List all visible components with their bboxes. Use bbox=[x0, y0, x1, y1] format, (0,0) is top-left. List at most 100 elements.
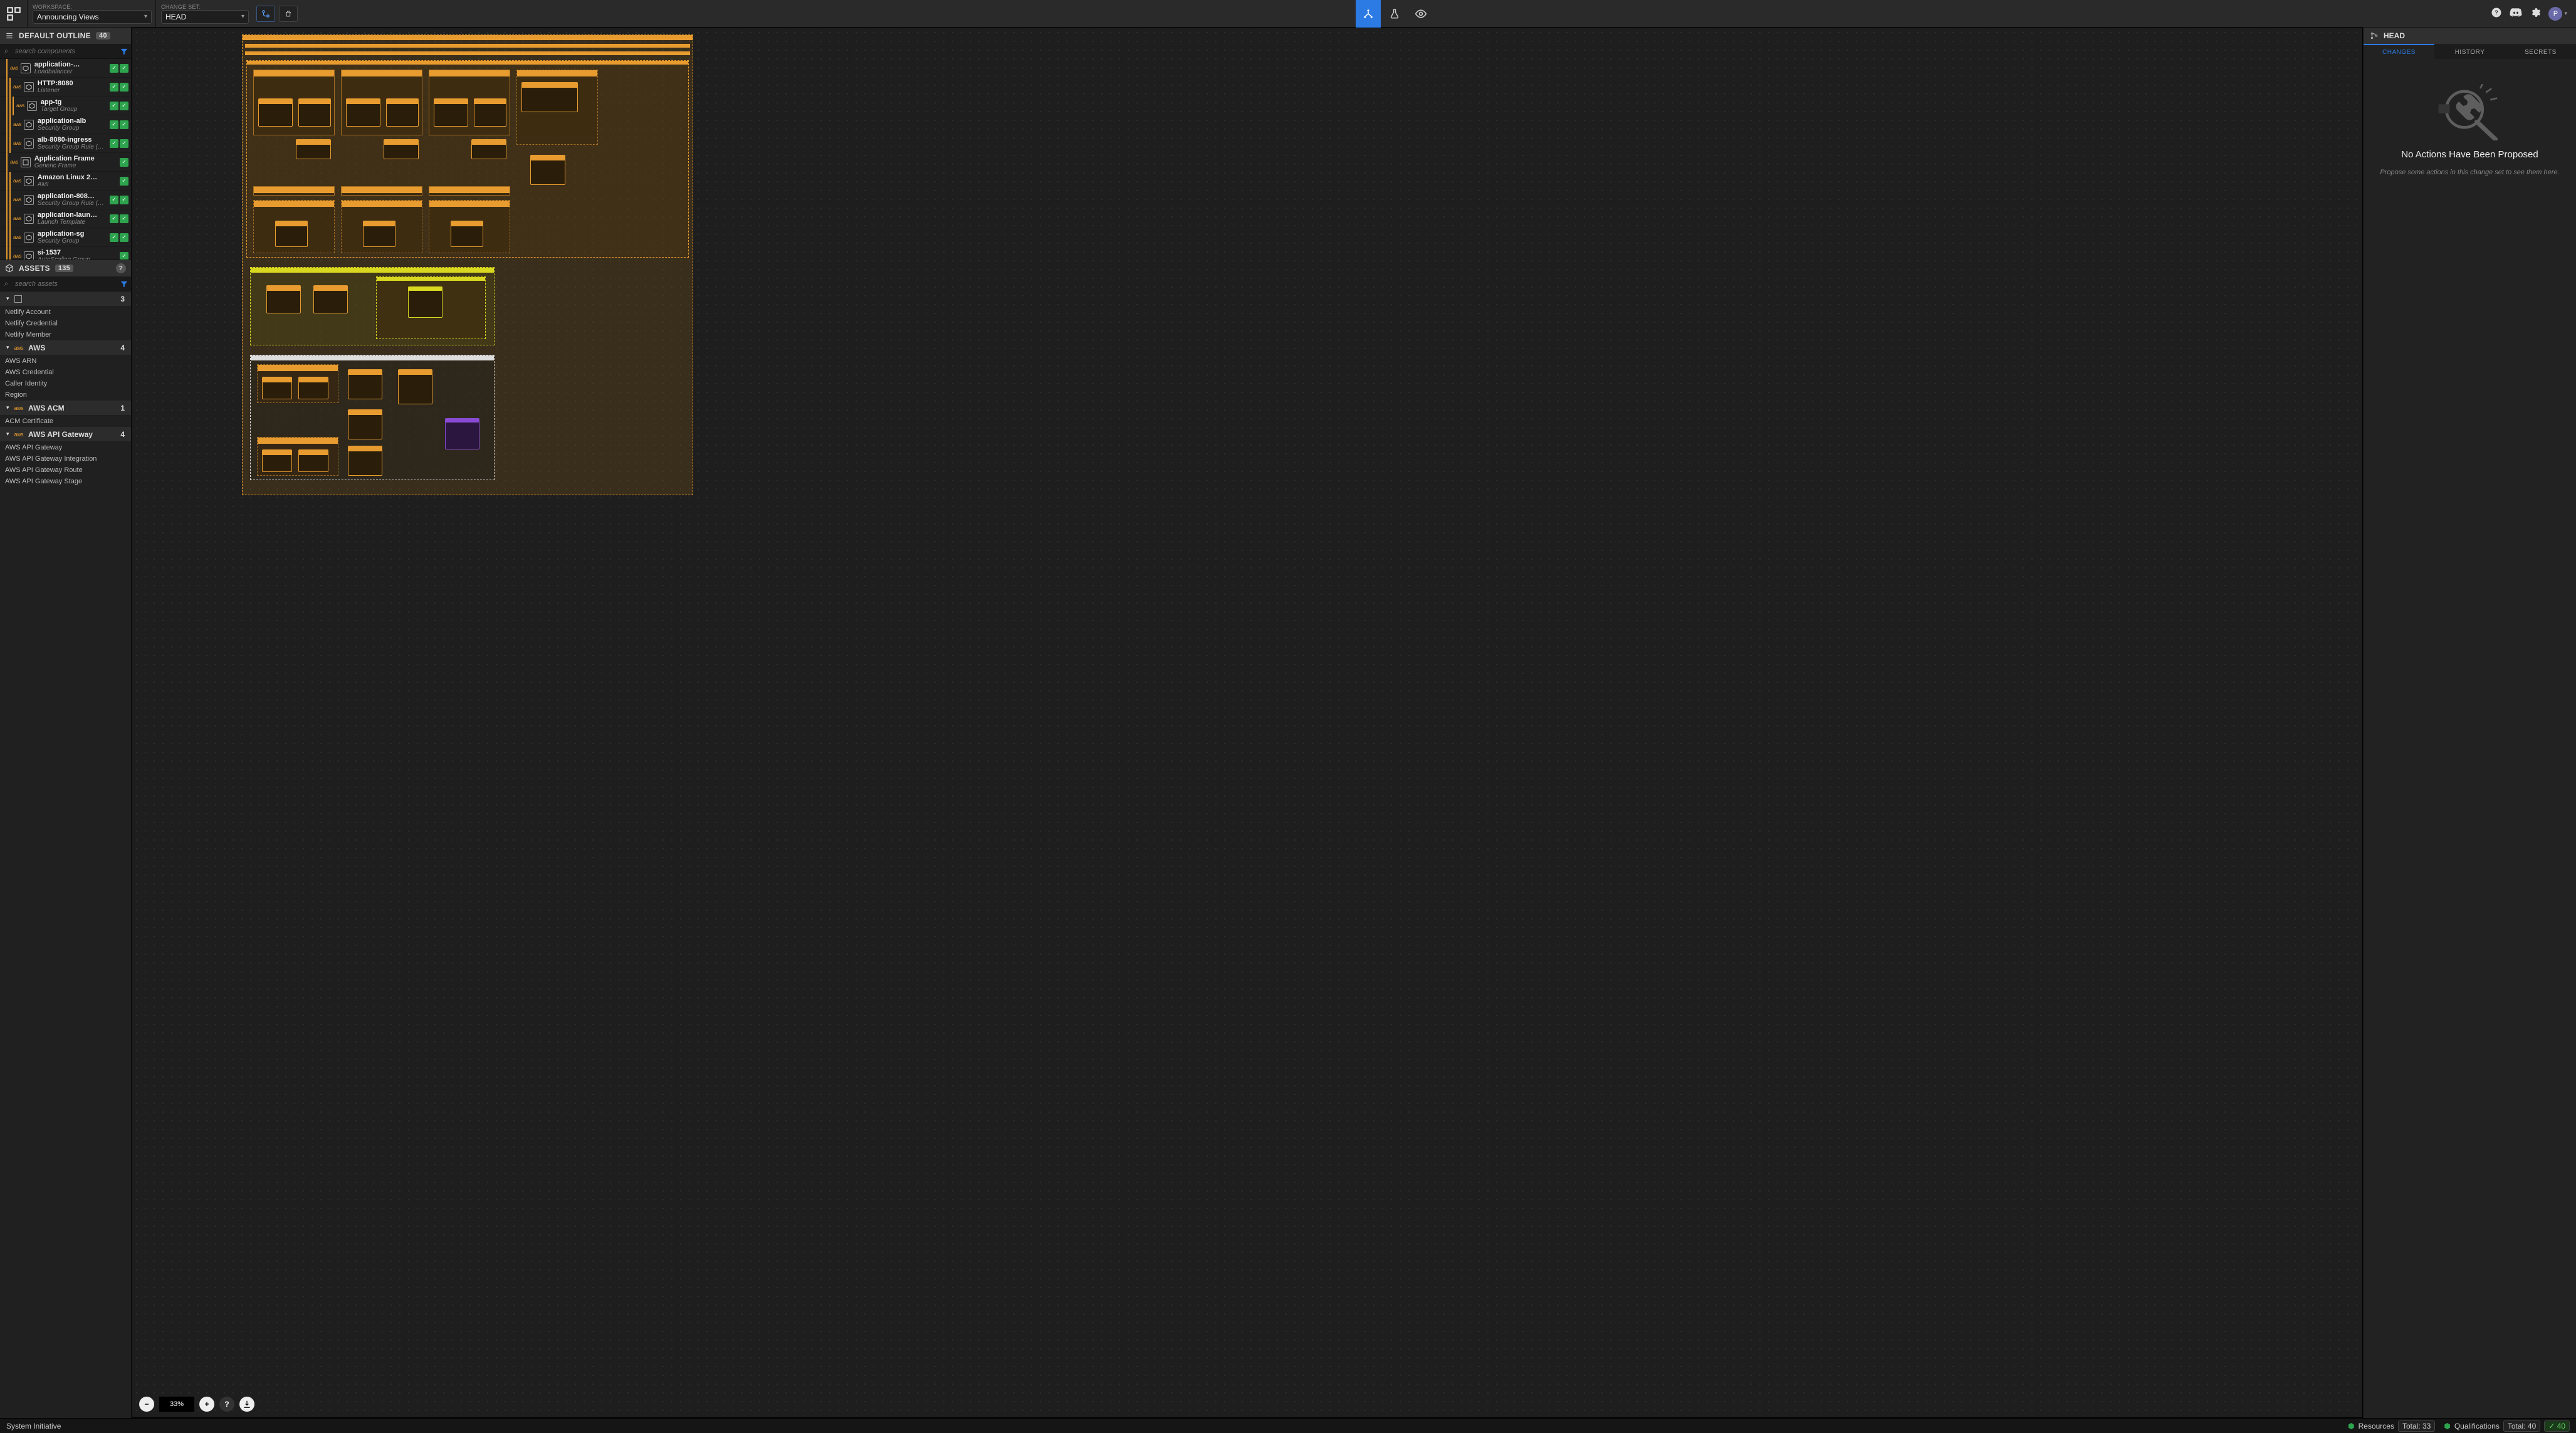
asset-item[interactable]: AWS API Gateway Stage bbox=[0, 476, 131, 487]
canvas-help-button[interactable]: ? bbox=[219, 1397, 234, 1412]
asset-item[interactable]: AWS ARN bbox=[0, 355, 131, 367]
changeset-dropdown[interactable]: HEAD ▾ bbox=[161, 10, 249, 24]
asset-group-count: 1 bbox=[120, 404, 125, 412]
outline-item-name: Application Frame bbox=[34, 155, 120, 162]
workspace-selector-wrap: WORKSPACE: Announcing Views ▾ bbox=[28, 0, 155, 27]
asset-item[interactable]: AWS API Gateway Integration bbox=[0, 453, 131, 465]
component-type-icon bbox=[24, 251, 34, 260]
workspace-dropdown[interactable]: Announcing Views ▾ bbox=[33, 10, 152, 24]
chevron-down-icon: ▾ bbox=[6, 404, 9, 411]
tab-history[interactable]: HISTORY bbox=[2434, 44, 2505, 59]
asset-item[interactable]: Netlify Member bbox=[0, 329, 131, 340]
qualifications-stat[interactable]: ⬢ Qualifications Total: 40 ✓ 40 bbox=[2444, 1420, 2570, 1432]
aws-badge: aws bbox=[13, 84, 21, 90]
empty-state-subtitle: Propose some actions in this change set … bbox=[2367, 169, 2572, 176]
tab-secrets[interactable]: SECRETS bbox=[2505, 44, 2576, 59]
asset-group-header[interactable]: ▾awsAWS ACM1 bbox=[0, 401, 131, 416]
settings-icon[interactable] bbox=[2530, 7, 2541, 20]
outline-item[interactable]: awsAmazon Linux 2…AMI✓ bbox=[0, 172, 131, 191]
outline-item[interactable]: awsalb-8080-ingressSecurity Group Rule (… bbox=[0, 134, 131, 153]
asset-item[interactable]: AWS Credential bbox=[0, 367, 131, 378]
check-icon: ✓ bbox=[120, 196, 128, 204]
asset-group-count: 4 bbox=[120, 430, 125, 439]
outline-item-type: Security Group bbox=[38, 125, 110, 132]
svg-text:?: ? bbox=[2495, 9, 2499, 16]
check-icon: ✓ bbox=[120, 139, 128, 148]
asset-group-header[interactable]: ▾awsAWS4 bbox=[0, 340, 131, 355]
check-icon: ✓ bbox=[110, 233, 118, 242]
mode-view-button[interactable] bbox=[1408, 0, 1433, 28]
delete-changeset-button[interactable] bbox=[279, 6, 298, 22]
aws-badge: aws bbox=[14, 431, 24, 438]
outline-search-input[interactable] bbox=[13, 48, 117, 55]
component-type-icon bbox=[24, 233, 34, 243]
user-menu[interactable]: P ▾ bbox=[2548, 7, 2567, 21]
qualifications-total: Total: 40 bbox=[2503, 1420, 2540, 1432]
mode-model-button[interactable] bbox=[1356, 0, 1381, 28]
resources-stat[interactable]: ⬢ Resources Total: 33 bbox=[2348, 1420, 2435, 1432]
asset-item[interactable]: ACM Certificate bbox=[0, 416, 131, 427]
zoom-out-button[interactable]: − bbox=[139, 1397, 154, 1412]
asset-item[interactable]: Netlify Credential bbox=[0, 318, 131, 329]
brand-label: System Initiative bbox=[6, 1422, 61, 1430]
outline-item-name: HTTP:8080 bbox=[38, 80, 110, 87]
check-icon: ✓ bbox=[120, 233, 128, 242]
qualifications-label: Qualifications bbox=[2454, 1422, 2500, 1430]
changeset-value: HEAD bbox=[165, 13, 186, 21]
asset-item[interactable]: AWS API Gateway bbox=[0, 442, 131, 453]
canvas-area[interactable]: − 33% + ? bbox=[132, 28, 2363, 1418]
component-type-icon bbox=[24, 195, 34, 205]
asset-item[interactable]: Region bbox=[0, 389, 131, 401]
mode-lab-button[interactable] bbox=[1382, 0, 1407, 28]
download-button[interactable] bbox=[239, 1397, 254, 1412]
changeset-selector-wrap: CHANGE SET: HEAD ▾ bbox=[156, 0, 253, 27]
outline-item-type: Target Group bbox=[41, 106, 110, 113]
outline-search-row: ⌕ bbox=[0, 44, 131, 59]
changeset-label: CHANGE SET: bbox=[161, 4, 249, 10]
assets-search-row: ⌕ bbox=[0, 276, 131, 291]
outline-item[interactable]: awsApplication FrameGeneric Frame✓ bbox=[0, 153, 131, 172]
chevron-down-icon: ▾ bbox=[6, 431, 9, 438]
workspace-label: WORKSPACE: bbox=[33, 4, 152, 10]
asset-group-header[interactable]: ▾awsAWS API Gateway4 bbox=[0, 427, 131, 442]
outline-item-name: Amazon Linux 2… bbox=[38, 174, 120, 181]
asset-item[interactable]: Netlify Account bbox=[0, 307, 131, 318]
outline-item-name: application-alb bbox=[38, 117, 110, 125]
outline-item-type: Security Group Rule (… bbox=[38, 144, 110, 150]
discord-icon[interactable] bbox=[2510, 6, 2522, 21]
outline-item[interactable]: awsapplication-808…Security Group Rule (… bbox=[0, 191, 131, 209]
filter-icon[interactable] bbox=[117, 276, 131, 291]
asset-item[interactable]: AWS API Gateway Route bbox=[0, 465, 131, 476]
outline-item[interactable]: awsapplication-albSecurity Group✓✓ bbox=[0, 115, 131, 134]
aws-badge: aws bbox=[13, 234, 21, 240]
asset-item[interactable]: Caller Identity bbox=[0, 378, 131, 389]
chevron-down-icon: ▾ bbox=[6, 295, 9, 302]
outline-item[interactable]: awsapp-tgTarget Group✓✓ bbox=[0, 97, 131, 115]
help-icon[interactable]: ? bbox=[2491, 7, 2502, 20]
check-icon: ✓ bbox=[110, 64, 118, 73]
outline-item[interactable]: awsapplication-…Loadbalancer✓✓ bbox=[0, 59, 131, 78]
filter-icon[interactable] bbox=[117, 44, 131, 59]
aws-badge: aws bbox=[10, 159, 18, 165]
search-icon: ⌕ bbox=[0, 46, 13, 56]
zoom-in-button[interactable]: + bbox=[199, 1397, 214, 1412]
asset-group-header[interactable]: ▾3 bbox=[0, 291, 131, 307]
outline-item[interactable]: awssi-1537AutoScaling Group✓ bbox=[0, 247, 131, 260]
outline-item[interactable]: awsapplication-sgSecurity Group✓✓ bbox=[0, 228, 131, 247]
asset-group-name: AWS ACM bbox=[28, 404, 65, 412]
outline-item[interactable]: awsHTTP:8080Listener✓✓ bbox=[0, 78, 131, 97]
assets-title: ASSETS bbox=[19, 264, 50, 273]
assets-search-input[interactable] bbox=[13, 280, 117, 288]
component-type-icon bbox=[24, 139, 34, 149]
tab-changes[interactable]: CHANGES bbox=[2364, 44, 2434, 59]
check-icon: ✓ bbox=[120, 252, 128, 260]
asset-group-name: AWS bbox=[28, 344, 45, 352]
asset-group-count: 4 bbox=[120, 344, 125, 352]
outline-panel-header: DEFAULT OUTLINE 40 bbox=[0, 28, 131, 44]
help-icon[interactable]: ? bbox=[116, 263, 126, 273]
outline-item[interactable]: awsapplication-laun…Launch Template✓✓ bbox=[0, 209, 131, 228]
component-type-icon bbox=[24, 214, 34, 224]
outline-item-name: app-tg bbox=[41, 98, 110, 106]
app-logo[interactable] bbox=[0, 0, 28, 28]
create-changeset-button[interactable] bbox=[256, 6, 275, 22]
